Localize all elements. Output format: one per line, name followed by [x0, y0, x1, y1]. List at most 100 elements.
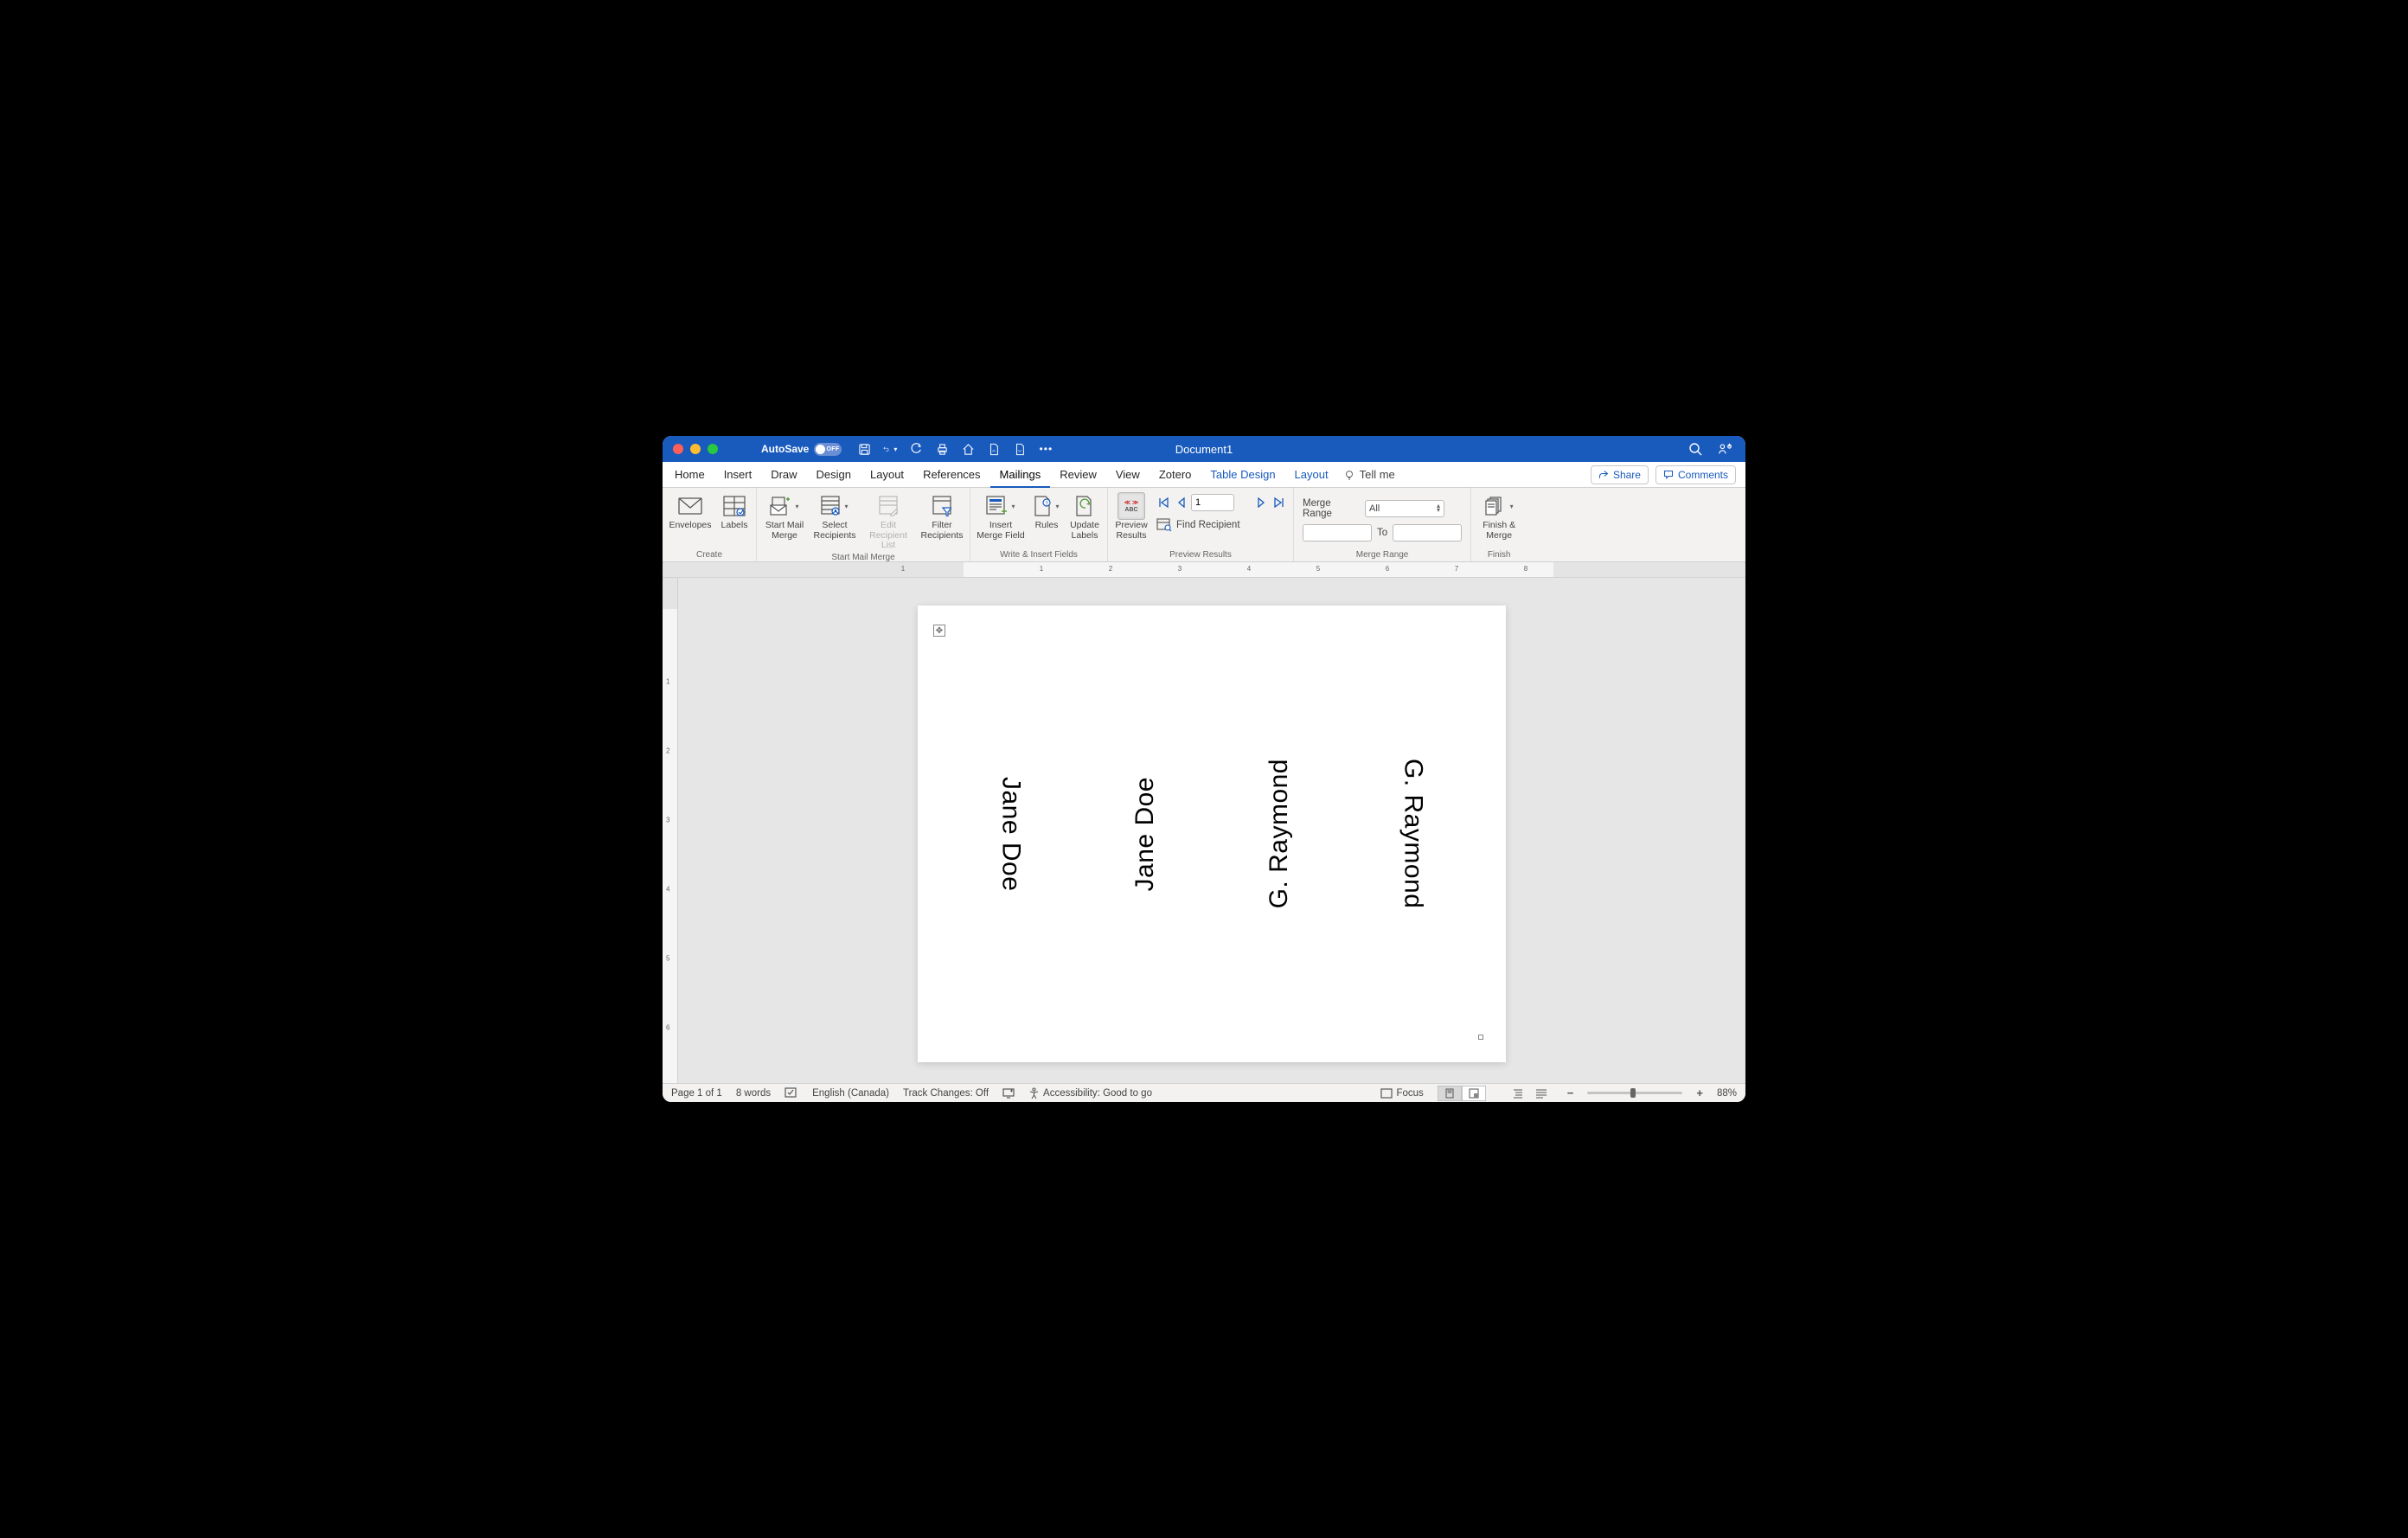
document-title: Document1	[1175, 443, 1233, 456]
tell-me-label: Tell me	[1360, 468, 1395, 481]
display-settings-icon[interactable]	[1002, 1087, 1015, 1099]
tell-me[interactable]: Tell me	[1343, 468, 1395, 481]
window-controls	[663, 444, 718, 454]
quick-access-toolbar: ▾ •••	[857, 442, 1053, 456]
table-cell[interactable]: G. Raymond	[1346, 631, 1480, 1036]
minimize-window-button[interactable]	[690, 444, 701, 454]
table-cell[interactable]: G. Raymond	[1212, 631, 1346, 1036]
save-icon[interactable]	[857, 442, 871, 456]
document-canvas[interactable]: ✥ Jane Doe Jane Doe G. Raymond G. Raymon…	[678, 578, 1745, 1083]
focus-mode-button[interactable]: Focus	[1380, 1088, 1423, 1099]
more-icon[interactable]: •••	[1039, 442, 1053, 456]
last-record-button[interactable]	[1271, 496, 1286, 509]
search-icon[interactable]	[1688, 442, 1702, 456]
group-finish-label: Finish	[1475, 550, 1523, 561]
group-write-insert: ▾ Insert Merge Field ?▾ Rules Update Lab…	[970, 488, 1108, 561]
vertical-ruler[interactable]: 1 2 3 4 5 6	[663, 578, 678, 1083]
filter-recipients-button[interactable]: Filter Recipients	[918, 491, 966, 542]
word-count[interactable]: 8 words	[736, 1088, 771, 1099]
horizontal-ruler[interactable]: 1 1 2 3 4 5 6 7 8	[663, 562, 1745, 578]
mail-merge-icon	[770, 497, 791, 516]
zoom-in-button[interactable]: +	[1696, 1086, 1703, 1099]
preview-results-button[interactable]: ≪ ≫ABC Preview Results	[1111, 491, 1151, 542]
template2-icon[interactable]	[1013, 442, 1027, 456]
group-preview: ≪ ≫ABC Preview Results Find Recipient	[1108, 488, 1294, 561]
spellcheck-icon[interactable]	[785, 1087, 798, 1099]
envelopes-button[interactable]: Envelopes	[666, 491, 714, 533]
view-mode-buttons	[1438, 1086, 1486, 1101]
tab-view[interactable]: View	[1106, 462, 1150, 488]
tab-insert[interactable]: Insert	[714, 462, 762, 488]
statusbar: Page 1 of 1 8 words English (Canada) Tra…	[663, 1083, 1745, 1102]
merge-field-icon	[986, 496, 1007, 516]
draft-view-button[interactable]	[1529, 1086, 1553, 1101]
autosave-switch[interactable]: OFF	[814, 443, 842, 456]
tab-design[interactable]: Design	[807, 462, 861, 488]
tab-layout[interactable]: Layout	[861, 462, 913, 488]
envelope-icon	[678, 497, 702, 515]
view-mode-buttons-2	[1505, 1086, 1553, 1101]
finish-merge-button[interactable]: ▾ Finish & Merge	[1475, 491, 1523, 542]
update-labels-button[interactable]: Update Labels	[1066, 491, 1104, 542]
prev-record-button[interactable]	[1175, 496, 1188, 509]
home-icon[interactable]	[961, 442, 975, 456]
next-record-button[interactable]	[1255, 496, 1267, 509]
share-button[interactable]: Share	[1591, 465, 1649, 484]
page-indicator[interactable]: Page 1 of 1	[671, 1088, 722, 1099]
rules-button[interactable]: ?▾ Rules	[1029, 491, 1064, 533]
maximize-window-button[interactable]	[708, 444, 718, 454]
group-finish: ▾ Finish & Merge Finish	[1471, 488, 1527, 561]
preview-abc-icon: ≪ ≫ABC	[1118, 492, 1145, 520]
close-window-button[interactable]	[673, 444, 683, 454]
filter-icon	[932, 496, 951, 516]
share-arrow-icon	[1598, 470, 1609, 480]
document-area: 1 2 3 4 5 6 ✥ Jane Doe Jane Doe G. Raymo…	[663, 578, 1745, 1083]
merge-range-select[interactable]: All▴▾	[1365, 500, 1444, 517]
table-cell[interactable]: Jane Doe	[1078, 631, 1212, 1036]
print-icon[interactable]	[935, 442, 949, 456]
titlebar: AutoSave OFF ▾ ••• Document1	[663, 436, 1745, 462]
labels-button[interactable]: Labels	[716, 491, 752, 533]
finish-icon	[1485, 497, 1506, 516]
track-changes-indicator[interactable]: Track Changes: Off	[903, 1088, 989, 1099]
merge-to-input[interactable]	[1393, 524, 1462, 542]
template-icon[interactable]	[987, 442, 1001, 456]
zoom-out-button[interactable]: −	[1567, 1086, 1574, 1099]
autosave-label: AutoSave	[761, 443, 809, 455]
tab-mailings[interactable]: Mailings	[990, 462, 1051, 488]
first-record-button[interactable]	[1156, 496, 1172, 509]
tab-zotero[interactable]: Zotero	[1150, 462, 1201, 488]
start-mail-merge-button[interactable]: ▾ Start Mail Merge	[760, 491, 809, 542]
page[interactable]: ✥ Jane Doe Jane Doe G. Raymond G. Raymon…	[918, 606, 1506, 1062]
tab-draw[interactable]: Draw	[761, 462, 806, 488]
record-number-input[interactable]	[1191, 494, 1234, 511]
redo-icon[interactable]	[909, 442, 923, 456]
zoom-slider[interactable]	[1587, 1092, 1682, 1094]
accessibility-indicator[interactable]: Accessibility: Good to go	[1028, 1087, 1152, 1099]
comments-button[interactable]: Comments	[1656, 465, 1736, 484]
autosave-toggle[interactable]: AutoSave OFF	[761, 443, 842, 456]
find-recipient-button[interactable]: Find Recipient	[1156, 518, 1286, 532]
share-people-icon[interactable]	[1718, 442, 1733, 456]
merge-from-input[interactable]	[1303, 524, 1372, 542]
language-indicator[interactable]: English (Canada)	[812, 1088, 889, 1099]
zoom-level[interactable]: 88%	[1717, 1088, 1737, 1099]
comment-icon	[1663, 470, 1674, 480]
select-recipients-button[interactable]: ▾ Select Recipients	[810, 491, 859, 542]
tab-home[interactable]: Home	[665, 462, 714, 488]
print-layout-view-button[interactable]	[1438, 1086, 1462, 1101]
update-labels-icon	[1075, 496, 1094, 516]
tab-review[interactable]: Review	[1050, 462, 1106, 488]
undo-icon[interactable]: ▾	[883, 442, 897, 456]
insert-merge-field-button[interactable]: ▾ Insert Merge Field	[974, 491, 1028, 542]
tab-table-layout[interactable]: Layout	[1285, 462, 1338, 488]
merge-range-label: Merge Range	[1303, 498, 1360, 519]
outline-view-button[interactable]	[1505, 1086, 1529, 1101]
group-range-label: Merge Range	[1297, 550, 1467, 561]
tab-table-design[interactable]: Table Design	[1201, 462, 1284, 488]
labels-icon	[723, 496, 746, 516]
record-navigation	[1156, 494, 1286, 511]
web-layout-view-button[interactable]	[1462, 1086, 1486, 1101]
tab-references[interactable]: References	[913, 462, 989, 488]
table-cell[interactable]: Jane Doe	[944, 631, 1078, 1036]
